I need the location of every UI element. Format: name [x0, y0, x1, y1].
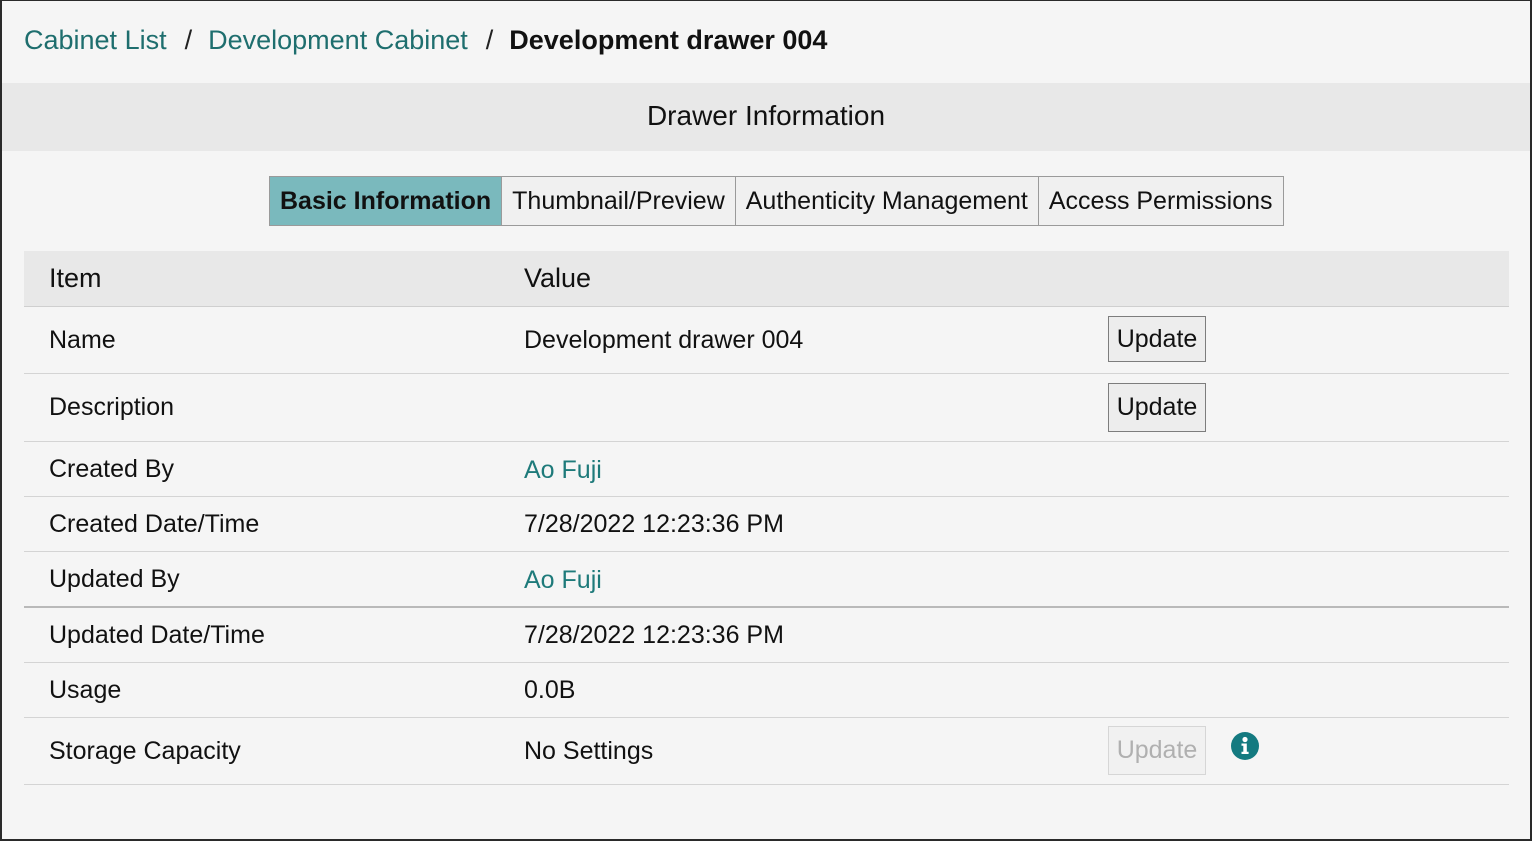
breadcrumb-current: Development drawer 004 [509, 25, 828, 55]
row-value: 7/28/2022 12:23:36 PM [524, 510, 784, 538]
row-label: Usage [49, 676, 122, 704]
row-label: Updated Date/Time [49, 621, 265, 649]
update-storage-capacity-button[interactable]: Update [1108, 726, 1206, 775]
row-value: Development drawer 004 [524, 326, 804, 354]
tab-access-permissions[interactable]: Access Permissions [1037, 177, 1283, 225]
info-table: Item Value Name Development drawer 004 U… [24, 251, 1509, 785]
update-description-button[interactable]: Update [1108, 383, 1206, 432]
row-label: Created By [49, 455, 175, 483]
created-by-link[interactable]: Ao Fuji [524, 442, 602, 498]
updated-by-link[interactable]: Ao Fuji [524, 552, 602, 608]
table-row-usage: Usage 0.0B [24, 663, 1509, 718]
row-label: Name [49, 326, 116, 354]
table-header: Item Value [24, 251, 1509, 307]
breadcrumb: Cabinet List / Development Cabinet / Develop… [24, 23, 827, 57]
section-title: Drawer Information [2, 83, 1530, 151]
tab-thumbnail-preview[interactable]: Thumbnail/Preview [501, 177, 735, 225]
table-row-name: Name Development drawer 004 Update [24, 307, 1509, 374]
row-value: No Settings [524, 737, 654, 765]
tab-authenticity-management[interactable]: Authenticity Management [734, 177, 1038, 225]
row-value: 7/28/2022 12:23:36 PM [524, 621, 784, 649]
table-row-updated-by: Updated By Ao Fuji [24, 552, 1509, 608]
row-label: Storage Capacity [49, 737, 241, 765]
breadcrumb-separator: / [184, 25, 193, 55]
row-label: Created Date/Time [49, 510, 260, 538]
header-item: Item [49, 263, 102, 293]
table-row-description: Description Update [24, 374, 1509, 442]
update-name-button[interactable]: Update [1108, 316, 1206, 362]
info-icon[interactable] [1231, 732, 1259, 760]
breadcrumb-development-cabinet[interactable]: Development Cabinet [208, 25, 468, 55]
breadcrumb-cabinet-list[interactable]: Cabinet List [24, 25, 167, 55]
breadcrumb-separator: / [485, 25, 494, 55]
table-row-storage-capacity: Storage Capacity No Settings Update [24, 718, 1509, 785]
row-label: Updated By [49, 565, 180, 593]
table-row-updated-datetime: Updated Date/Time 7/28/2022 12:23:36 PM [24, 608, 1509, 663]
tab-bar: Basic Information Thumbnail/Preview Auth… [269, 176, 1284, 226]
row-label: Description [49, 393, 175, 421]
table-row-created-datetime: Created Date/Time 7/28/2022 12:23:36 PM [24, 497, 1509, 552]
header-value: Value [524, 263, 592, 293]
drawer-info-page: Cabinet List / Development Cabinet / Develop… [0, 0, 1532, 841]
row-value: 0.0B [524, 676, 576, 704]
table-row-created-by: Created By Ao Fuji [24, 442, 1509, 497]
tab-basic-information[interactable]: Basic Information [270, 177, 502, 225]
